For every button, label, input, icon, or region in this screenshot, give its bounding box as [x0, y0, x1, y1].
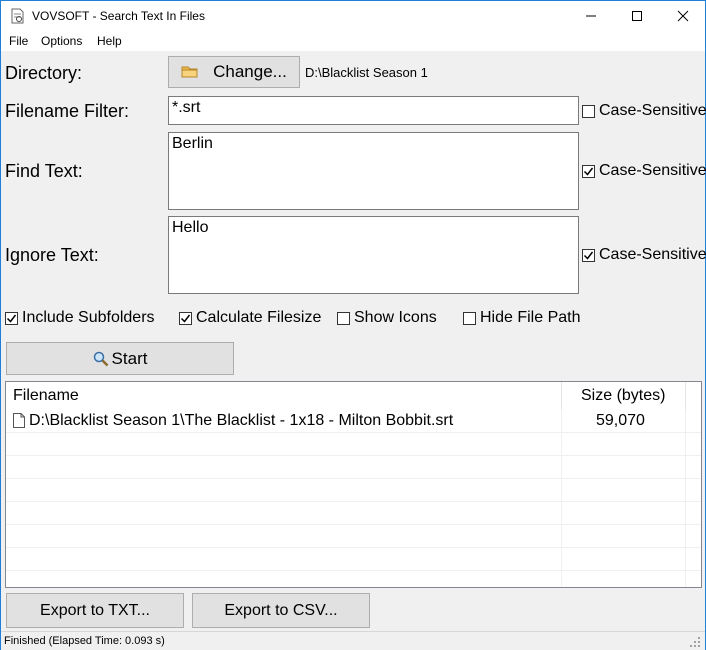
file-icon — [13, 413, 25, 428]
grid-line — [6, 524, 701, 525]
calculate-filesize-checkbox[interactable]: Calculate Filesize — [179, 309, 321, 327]
filename-filter-label: Filename Filter: — [5, 101, 130, 121]
checkmark-icon — [583, 251, 594, 260]
checkbox-box-checked — [179, 311, 192, 325]
ignore-text-value: Hello — [172, 219, 209, 236]
grid-line — [6, 570, 701, 571]
app-window: VOVSOFT - Search Text In Files File Opti… — [0, 0, 706, 650]
app-icon — [11, 8, 24, 24]
grid-line — [6, 432, 701, 433]
grid-line — [685, 410, 686, 587]
column-divider[interactable] — [561, 382, 562, 410]
grid-line — [6, 547, 701, 548]
checkbox-box-checked — [5, 311, 18, 325]
calculate-filesize-label: Calculate Filesize — [196, 309, 322, 326]
find-text-value: Berlin — [172, 135, 213, 152]
case-sensitive-label: Case-Sensitive — [599, 162, 706, 179]
export-txt-button[interactable]: Export to TXT... — [6, 593, 184, 628]
case-sensitive-ignore-checkbox[interactable]: Case-Sensitive — [582, 246, 706, 264]
grid-line — [561, 410, 562, 587]
find-text-label: Find Text: — [5, 161, 83, 181]
result-filename: D:\Blacklist Season 1\The Blacklist - 1x… — [29, 412, 454, 429]
minimize-button[interactable] — [568, 1, 614, 31]
close-icon — [677, 10, 689, 22]
start-button-label: Start — [111, 348, 148, 368]
ignore-text-label: Ignore Text: — [5, 245, 99, 265]
checkmark-icon — [6, 314, 17, 323]
directory-path: D:\Blacklist Season 1 — [305, 65, 428, 80]
column-filename[interactable]: Filename — [13, 387, 79, 405]
filename-filter-input[interactable]: *.srt — [168, 96, 579, 125]
results-list[interactable]: Filename Size (bytes) D:\Blacklist Seaso… — [5, 381, 702, 588]
resize-grip-icon[interactable] — [689, 636, 701, 648]
checkbox-box-checked — [582, 248, 595, 262]
export-csv-button[interactable]: Export to CSV... — [192, 593, 370, 628]
checkbox-box — [582, 104, 595, 118]
result-size: 59,070 — [596, 412, 645, 429]
menu-bar: File Options Help — [1, 31, 705, 52]
case-sensitive-filter-checkbox[interactable]: Case-Sensitive — [582, 102, 706, 120]
grid-line — [6, 455, 701, 456]
find-text-input[interactable]: Berlin — [168, 132, 579, 210]
directory-label: Directory: — [5, 63, 83, 83]
checkbox-box-checked — [582, 164, 595, 178]
checkmark-icon — [583, 167, 594, 176]
checkbox-box — [337, 311, 350, 325]
title-bar[interactable]: VOVSOFT - Search Text In Files — [1, 1, 705, 31]
change-directory-button[interactable]: Change... — [168, 56, 300, 88]
menu-file[interactable]: File — [9, 34, 28, 48]
grid-line — [6, 478, 701, 479]
menu-help[interactable]: Help — [97, 34, 122, 48]
minimize-icon — [586, 15, 596, 17]
show-icons-checkbox[interactable]: Show Icons — [337, 309, 437, 327]
table-row[interactable]: D:\Blacklist Season 1\The Blacklist - 1x… — [6, 410, 701, 432]
hide-file-path-checkbox[interactable]: Hide File Path — [463, 309, 581, 327]
case-sensitive-label: Case-Sensitive — [599, 246, 706, 263]
column-divider[interactable] — [685, 382, 686, 410]
ignore-text-input[interactable]: Hello — [168, 216, 579, 294]
hide-file-path-label: Hide File Path — [480, 309, 581, 326]
window-title: VOVSOFT - Search Text In Files — [32, 9, 205, 23]
menu-options[interactable]: Options — [41, 34, 82, 48]
case-sensitive-label: Case-Sensitive — [599, 102, 706, 119]
case-sensitive-find-checkbox[interactable]: Case-Sensitive — [582, 162, 706, 180]
status-text: Finished (Elapsed Time: 0.093 s) — [4, 635, 165, 647]
close-button[interactable] — [660, 1, 706, 31]
maximize-button[interactable] — [614, 1, 660, 31]
checkmark-icon — [180, 314, 191, 323]
results-header: Filename Size (bytes) — [6, 382, 701, 410]
column-size[interactable]: Size (bytes) — [581, 387, 665, 405]
maximize-icon — [632, 11, 642, 21]
show-icons-label: Show Icons — [354, 309, 437, 326]
status-bar: Finished (Elapsed Time: 0.093 s) — [1, 631, 705, 650]
grid-line — [6, 501, 701, 502]
checkbox-box — [463, 311, 476, 325]
folder-icon — [181, 66, 198, 78]
include-subfolders-checkbox[interactable]: Include Subfolders — [5, 309, 155, 327]
search-icon — [93, 351, 108, 366]
include-subfolders-label: Include Subfolders — [22, 309, 155, 326]
change-button-label: Change... — [213, 62, 287, 81]
start-button[interactable]: Start — [6, 342, 234, 375]
filename-filter-value: *.srt — [172, 99, 201, 116]
